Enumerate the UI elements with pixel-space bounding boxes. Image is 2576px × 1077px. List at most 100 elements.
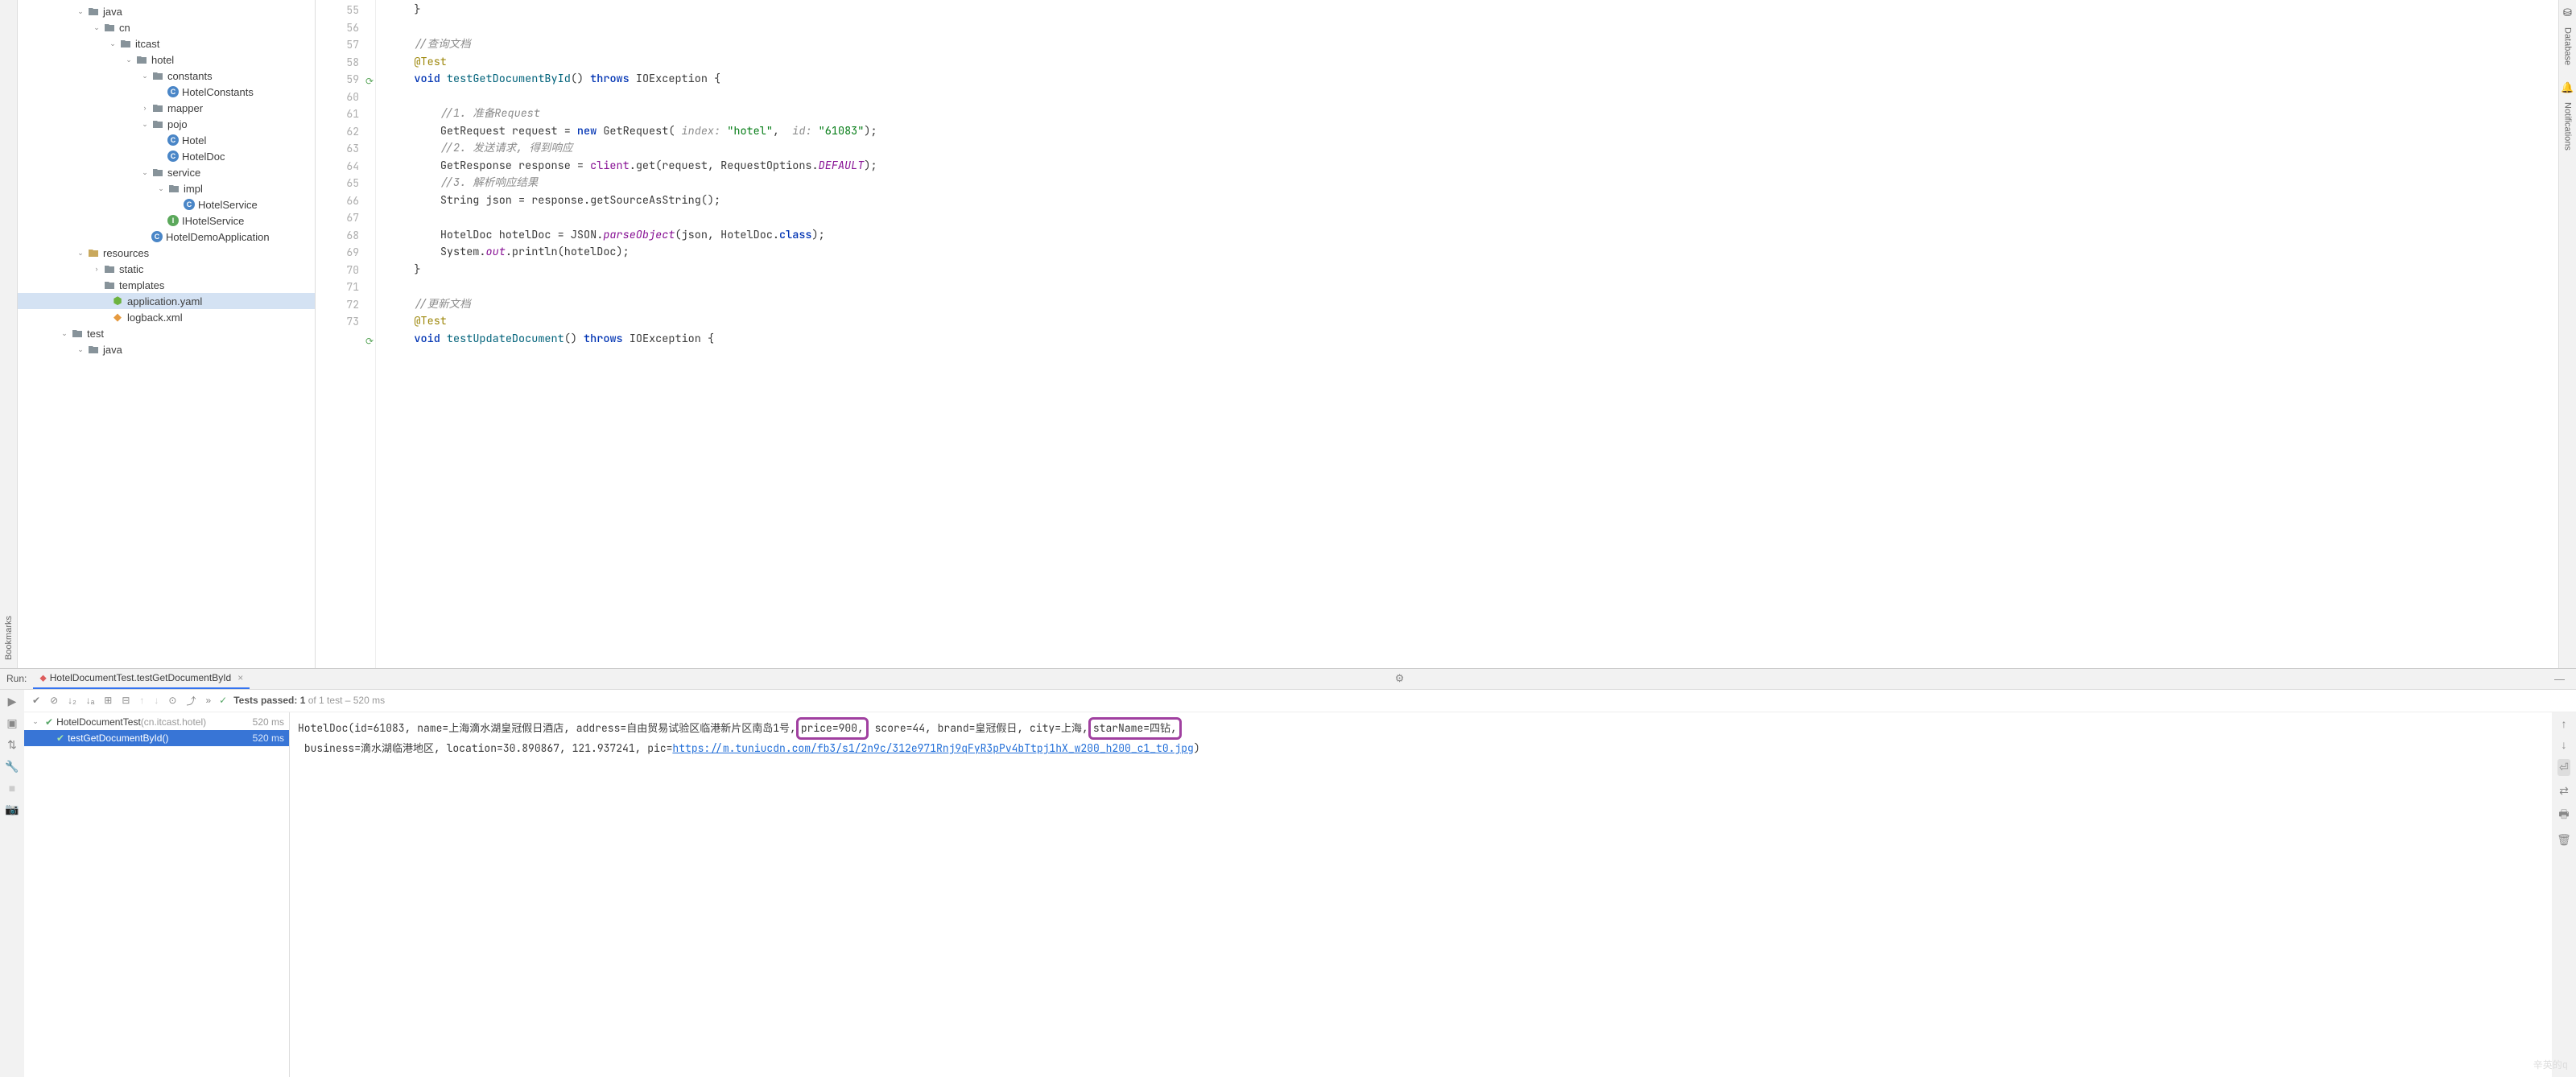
code-area[interactable]: } //查询文档 @Test void testGetDocumentById(… xyxy=(376,0,2558,668)
console-text: business=滴水湖临港地区, location=30.890867, 12… xyxy=(304,741,673,755)
expand-icon[interactable]: ⊞ xyxy=(102,695,114,706)
highlighted-starname: starName=四钻, xyxy=(1088,717,1182,740)
export-icon[interactable]: ⤴ xyxy=(184,694,197,708)
square-icon[interactable]: ■ xyxy=(9,782,15,794)
tests-total: of 1 test – 520 ms xyxy=(305,695,385,706)
tree-label: resources xyxy=(103,247,149,259)
console-output[interactable]: HotelDoc(id=61083, name=上海滴水湖皇冠假日酒店, add… xyxy=(290,712,2552,1077)
run-tab[interactable]: ⬥ HotelDocumentTest.testGetDocumentById … xyxy=(33,669,250,689)
console-text: ) xyxy=(1194,741,1200,755)
tree-class-hotel[interactable]: CHotel xyxy=(18,132,315,148)
tree-folder-static[interactable]: ›static xyxy=(18,261,315,277)
tree-file-application-yaml[interactable]: ⬢application.yaml xyxy=(18,293,315,309)
project-tree[interactable]: ⌄java ⌄cn ⌄itcast ⌄hotel ⌄constants CHot… xyxy=(18,0,316,668)
tree-folder-test[interactable]: ⌄test xyxy=(18,325,315,341)
tree-label: test xyxy=(87,328,104,340)
watermark: 辛英的q xyxy=(2533,1056,2552,1074)
test-parent-pkg: (cn.itcast.hotel) xyxy=(141,716,206,728)
run-panel: Run: ⬥ HotelDocumentTest.testGetDocument… xyxy=(0,668,2576,1077)
scroll-up-icon[interactable]: ↑ xyxy=(2562,717,2567,730)
console-text: HotelDoc(id=61083, name=上海滴水湖皇冠假日酒店, add… xyxy=(298,721,796,735)
tree-label: mapper xyxy=(167,102,203,114)
test-parent-name: HotelDocumentTest xyxy=(56,716,141,728)
sort-icon-2[interactable]: ↓ₐ xyxy=(85,695,96,706)
tree-file-logback-xml[interactable]: ◆logback.xml xyxy=(18,309,315,325)
tree-folder-templates[interactable]: templates xyxy=(18,277,315,293)
tree-class-hoteldoc[interactable]: CHotelDoc xyxy=(18,148,315,164)
tree-label: java xyxy=(103,6,122,18)
tree-label: templates xyxy=(119,279,164,291)
tree-folder-constants[interactable]: ⌄constants xyxy=(18,68,315,84)
bookmarks-rail[interactable]: Bookmarks xyxy=(0,0,18,668)
test-node-parent[interactable]: ⌄✔ HotelDocumentTest (cn.itcast.hotel) 5… xyxy=(24,714,289,730)
check-icon[interactable]: ✔ xyxy=(31,695,42,706)
tree-interface-ihotelservice[interactable]: IIHotelService xyxy=(18,213,315,229)
collapse-icon[interactable]: ⊟ xyxy=(120,695,131,706)
run-label: Run: xyxy=(6,673,27,684)
tree-label: constants xyxy=(167,70,213,82)
tree-label: HotelService xyxy=(198,199,258,211)
tree-folder-java-test[interactable]: ⌄java xyxy=(18,341,315,357)
tree-label: impl xyxy=(184,183,203,195)
toggle-icon[interactable]: ⇅ xyxy=(7,738,17,752)
notifications-icon[interactable]: 🔔 xyxy=(2561,81,2574,94)
test-time: 520 ms xyxy=(253,716,284,728)
tests-passed-count: Tests passed: 1 xyxy=(233,695,305,706)
database-tab[interactable]: Database xyxy=(2563,23,2573,70)
tree-label: cn xyxy=(119,22,130,34)
history-icon[interactable]: ⊙ xyxy=(167,695,178,706)
tree-class-hoteldemoapp[interactable]: CHotelDemoApplication xyxy=(18,229,315,245)
tree-folder-pojo[interactable]: ⌄pojo xyxy=(18,116,315,132)
console-text: score=44, brand=皇冠假日, city=上海, xyxy=(869,721,1088,735)
sort-icon[interactable]: ↓₂ xyxy=(66,695,78,706)
test-run-icon: ⬥ xyxy=(39,672,46,684)
close-icon[interactable]: × xyxy=(237,672,243,683)
test-node-child[interactable]: ✔ testGetDocumentById() 520 ms xyxy=(24,730,289,746)
recursive-icon: ⟳ xyxy=(365,333,374,351)
camera-icon[interactable]: 📷 xyxy=(5,803,19,816)
tree-label: HotelConstants xyxy=(182,86,254,98)
tree-folder-service[interactable]: ⌄service xyxy=(18,164,315,180)
stop-icon[interactable]: ▣ xyxy=(6,716,17,730)
recursive-icon: ⟳ xyxy=(365,73,374,91)
tree-label: HotelDoc xyxy=(182,151,225,163)
tree-label: itcast xyxy=(135,38,159,50)
tree-folder-itcast[interactable]: ⌄itcast xyxy=(18,35,315,52)
tree-folder-impl[interactable]: ⌄impl xyxy=(18,180,315,196)
run-header: Run: ⬥ HotelDocumentTest.testGetDocument… xyxy=(0,669,2576,690)
print-icon[interactable]: 🖶 xyxy=(2558,806,2569,825)
console-link[interactable]: https://m.tuniucdn.com/fb3/s1/2n9c/312e9… xyxy=(672,741,1193,755)
tree-folder-mapper[interactable]: ›mapper xyxy=(18,100,315,116)
more-icon[interactable]: » xyxy=(204,695,213,706)
tree-label: Hotel xyxy=(182,134,206,146)
wrench-icon[interactable]: 🔧 xyxy=(5,760,19,774)
database-icon[interactable]: ⛁ xyxy=(2563,6,2572,19)
tree-folder-java[interactable]: ⌄java xyxy=(18,3,315,19)
test-tree[interactable]: ⌄✔ HotelDocumentTest (cn.itcast.hotel) 5… xyxy=(24,712,290,1077)
rerun-icon[interactable]: ▶ xyxy=(8,695,17,708)
ignored-icon[interactable]: ⊘ xyxy=(48,695,60,706)
tree-folder-resources[interactable]: ⌄resources xyxy=(18,245,315,261)
up-icon[interactable]: ↑ xyxy=(138,695,146,706)
test-child-name: testGetDocumentById() xyxy=(68,732,168,744)
scroll-down-icon[interactable]: ↓ xyxy=(2562,738,2567,751)
gutter[interactable]: 55 56 57 58 59⟳ 60 61 62 63 64 65 66 67 … xyxy=(316,0,376,668)
highlighted-price: price=900, xyxy=(796,717,869,740)
tree-label: application.yaml xyxy=(127,295,202,307)
wrap-icon[interactable]: ⇄ xyxy=(2559,784,2569,798)
tree-class-hotelconstants[interactable]: CHotelConstants xyxy=(18,84,315,100)
right-rail: ⛁ Database 🔔 Notifications xyxy=(2558,0,2576,668)
tree-folder-hotel[interactable]: ⌄hotel xyxy=(18,52,315,68)
down-icon[interactable]: ↓ xyxy=(152,695,160,706)
softreturn-icon[interactable]: ⏎ xyxy=(2557,759,2570,776)
notifications-tab[interactable]: Notifications xyxy=(2563,97,2573,155)
trash-icon[interactable]: 🗑 xyxy=(2557,833,2571,847)
run-left-toolbar: ▶ ▣ ⇅ 🔧 ■ 📷 xyxy=(0,690,24,1077)
editor[interactable]: 55 56 57 58 59⟳ 60 61 62 63 64 65 66 67 … xyxy=(316,0,2558,668)
tree-label: java xyxy=(103,344,122,356)
tree-class-hotelservice[interactable]: CHotelService xyxy=(18,196,315,213)
tree-folder-cn[interactable]: ⌄cn xyxy=(18,19,315,35)
gear-icon[interactable]: ⚙ xyxy=(1395,672,1405,685)
run-tab-title: HotelDocumentTest.testGetDocumentById xyxy=(50,672,231,683)
minimize-icon[interactable]: — xyxy=(2554,673,2565,685)
